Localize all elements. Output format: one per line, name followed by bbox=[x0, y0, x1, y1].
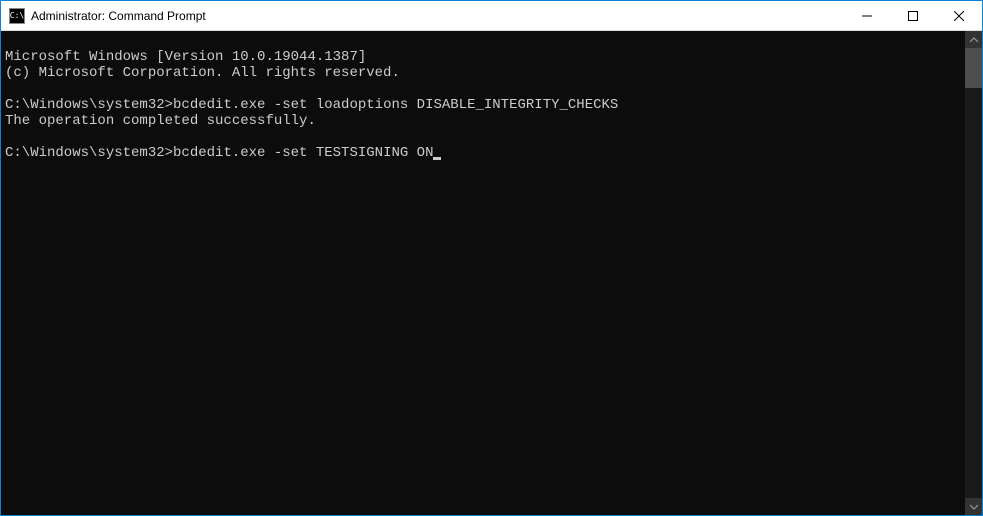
titlebar[interactable]: C:\ Administrator: Command Prompt bbox=[1, 1, 982, 31]
prompt: C:\Windows\system32> bbox=[5, 145, 173, 161]
output-line: Microsoft Windows [Version 10.0.19044.13… bbox=[5, 49, 366, 65]
prompt: C:\Windows\system32> bbox=[5, 97, 173, 113]
scroll-thumb[interactable] bbox=[965, 48, 982, 88]
maximize-icon bbox=[908, 11, 918, 21]
output-line: The operation completed successfully. bbox=[5, 113, 316, 129]
command-line: C:\Windows\system32>bcdedit.exe -set loa… bbox=[5, 97, 618, 113]
maximize-button[interactable] bbox=[890, 1, 936, 30]
vertical-scrollbar[interactable] bbox=[965, 31, 982, 515]
close-button[interactable] bbox=[936, 1, 982, 30]
terminal-area: Microsoft Windows [Version 10.0.19044.13… bbox=[1, 31, 982, 515]
cmd-icon: C:\ bbox=[9, 8, 25, 24]
close-icon bbox=[954, 11, 964, 21]
scroll-up-button[interactable] bbox=[965, 31, 982, 48]
command-prompt-window: C:\ Administrator: Command Prompt Micros… bbox=[0, 0, 983, 516]
command-text: bcdedit.exe -set loadoptions DISABLE_INT… bbox=[173, 97, 618, 113]
scroll-down-button[interactable] bbox=[965, 498, 982, 515]
scroll-track[interactable] bbox=[965, 48, 982, 498]
terminal[interactable]: Microsoft Windows [Version 10.0.19044.13… bbox=[1, 31, 965, 515]
window-title: Administrator: Command Prompt bbox=[31, 9, 844, 23]
output-line: (c) Microsoft Corporation. All rights re… bbox=[5, 65, 400, 81]
command-text: bcdedit.exe -set TESTSIGNING ON bbox=[173, 145, 433, 161]
cursor bbox=[433, 157, 441, 160]
window-controls bbox=[844, 1, 982, 30]
chevron-up-icon bbox=[970, 36, 978, 44]
command-line: C:\Windows\system32>bcdedit.exe -set TES… bbox=[5, 145, 441, 161]
chevron-down-icon bbox=[970, 503, 978, 511]
minimize-icon bbox=[862, 11, 872, 21]
minimize-button[interactable] bbox=[844, 1, 890, 30]
